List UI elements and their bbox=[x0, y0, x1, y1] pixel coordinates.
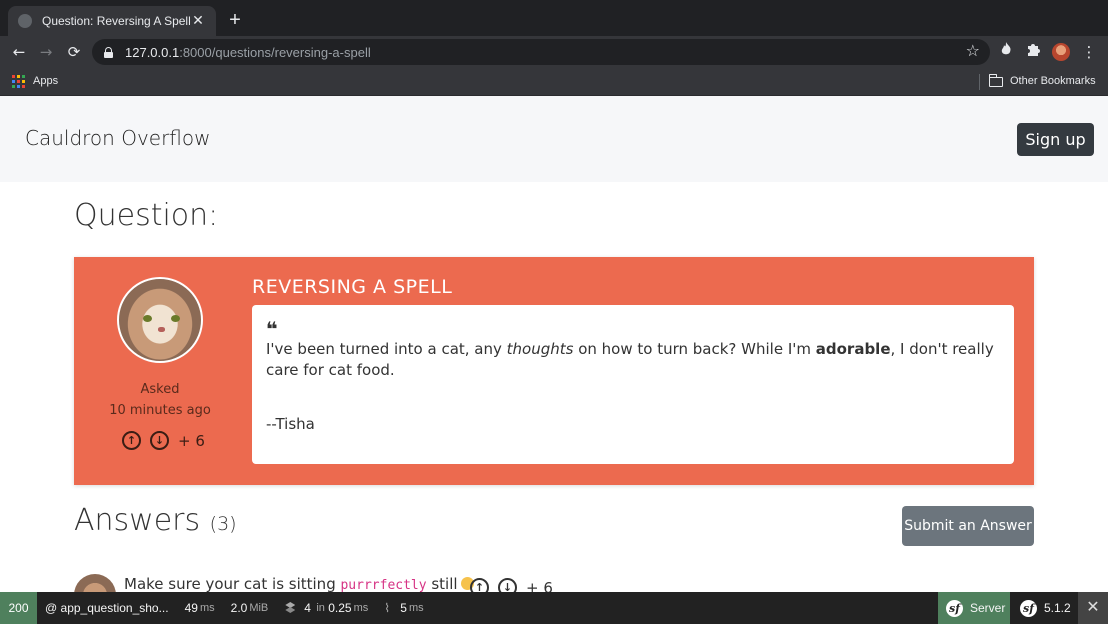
profile-avatar[interactable] bbox=[1052, 43, 1070, 61]
body-text: I've been turned into a cat, any bbox=[266, 340, 507, 358]
submit-answer-button[interactable]: Submit an Answer bbox=[902, 506, 1034, 546]
status-code-badge[interactable]: 200 bbox=[0, 592, 37, 624]
request-time[interactable]: 49 ms bbox=[177, 592, 223, 624]
memory-usage[interactable]: 2.0 MiB bbox=[223, 592, 277, 624]
answer-item: Make sure your cat is sitting purrrfectl… bbox=[74, 572, 574, 616]
reload-icon[interactable]: ⟳ bbox=[64, 42, 84, 62]
db-time: 0.25 bbox=[328, 601, 352, 615]
page-title: Question: bbox=[74, 198, 219, 233]
answer-code: purrrfectly bbox=[340, 578, 427, 593]
memory-value: 2.0 bbox=[230, 601, 248, 615]
browser-tab-bar: Question: Reversing A Spell ✕ + bbox=[0, 0, 1108, 36]
asked-label: Asked bbox=[140, 382, 180, 397]
site-header: Cauldron Overflow Sign up bbox=[0, 96, 1108, 182]
memory-unit: MiB bbox=[249, 602, 269, 614]
question-body-box: ❝ I've been turned into a cat, any thoug… bbox=[252, 305, 1014, 464]
flame-extension-icon[interactable] bbox=[996, 42, 1016, 62]
vote-down-icon[interactable]: ↓ bbox=[150, 431, 169, 450]
db-unit: ms bbox=[353, 602, 369, 614]
vote-count: + 6 bbox=[178, 431, 205, 450]
body-text: on how to turn back? While I'm bbox=[573, 340, 816, 358]
address-bar[interactable]: 127.0.0.1:8000/questions/reversing-a-spe… bbox=[92, 39, 990, 65]
symfony-logo-icon: sf bbox=[946, 599, 963, 617]
database-queries[interactable]: 4 in 0.25 ms bbox=[276, 592, 376, 624]
answers-count: (3) bbox=[209, 513, 237, 535]
other-bookmarks[interactable]: Other Bookmarks bbox=[1010, 75, 1096, 87]
cat-nose bbox=[158, 327, 165, 332]
answer-text-part: Make sure your cat is sitting bbox=[124, 575, 341, 593]
database-layers-icon bbox=[284, 602, 298, 614]
back-arrow-icon[interactable]: ← bbox=[9, 42, 29, 62]
sign-up-button[interactable]: Sign up bbox=[1017, 123, 1094, 156]
asked-info: Asked 10 minutes ago bbox=[74, 379, 246, 421]
twig-icon: ⌇ bbox=[384, 601, 391, 615]
puzzle-extensions-icon[interactable] bbox=[1023, 42, 1043, 62]
answer-text: Make sure your cat is sitting purrrfectl… bbox=[124, 575, 474, 593]
quote-icon: ❝ bbox=[266, 317, 278, 341]
body-emphasis: thoughts bbox=[506, 340, 574, 358]
answer-text-part: still bbox=[426, 575, 458, 593]
time-value: 49 bbox=[184, 601, 198, 615]
body-strong: adorable bbox=[815, 340, 891, 358]
tab-close-icon[interactable]: ✕ bbox=[190, 13, 206, 29]
route-name[interactable]: @ app_question_sho... bbox=[37, 592, 177, 624]
apps-bookmark[interactable]: Apps bbox=[33, 75, 58, 87]
db-in: in bbox=[316, 602, 325, 614]
answers-heading: Answers (3) bbox=[74, 503, 237, 538]
twig-render[interactable]: ⌇ 5 ms bbox=[376, 592, 431, 624]
globe-icon bbox=[18, 14, 32, 28]
symfony-version[interactable]: sf 5.1.2 bbox=[1012, 592, 1071, 624]
asker-avatar bbox=[117, 277, 203, 363]
debug-toolbar: 200 @ app_question_sho... 49 ms 2.0 MiB 4 … bbox=[0, 592, 1108, 624]
twig-value: 5 bbox=[400, 601, 407, 615]
version-label: 5.1.2 bbox=[1044, 601, 1071, 615]
browser-toolbar: ← → ⟳ 127.0.0.1:8000/questions/reversing… bbox=[0, 36, 1108, 68]
asked-time: 10 minutes ago bbox=[109, 403, 211, 418]
vote-up-icon[interactable]: ↑ bbox=[122, 431, 141, 450]
answers-heading-label: Answers bbox=[74, 503, 201, 538]
question-body: I've been turned into a cat, any thought… bbox=[266, 339, 1006, 381]
server-label: Server bbox=[970, 601, 1006, 615]
symfony-logo-icon: sf bbox=[1020, 599, 1037, 617]
cat-eye bbox=[143, 315, 152, 322]
toolbar-close-icon[interactable]: ✕ bbox=[1078, 592, 1108, 624]
apps-grid-icon[interactable] bbox=[12, 75, 25, 88]
question-votes: ↑ ↓ + 6 bbox=[122, 431, 205, 450]
question-card: Asked 10 minutes ago ↑ ↓ + 6 REVERSING A… bbox=[74, 257, 1034, 485]
folder-icon bbox=[988, 74, 1003, 87]
tab-title: Question: Reversing A Spell bbox=[42, 14, 190, 28]
browser-tab[interactable]: Question: Reversing A Spell ✕ bbox=[8, 6, 216, 36]
new-tab-button[interactable]: + bbox=[225, 8, 245, 32]
server-panel[interactable]: sf Server bbox=[938, 592, 1010, 624]
bookmarks-divider bbox=[979, 74, 980, 90]
bookmark-star-icon[interactable]: ☆ bbox=[966, 41, 980, 60]
cat-eye bbox=[171, 315, 180, 322]
url-path: :8000/questions/reversing-a-spell bbox=[179, 44, 371, 60]
lock-icon bbox=[104, 46, 113, 58]
browser-menu-icon[interactable]: ⋮ bbox=[1079, 42, 1099, 62]
question-author: --Tisha bbox=[266, 415, 315, 433]
question-title: REVERSING A SPELL bbox=[252, 276, 453, 298]
site-brand[interactable]: Cauldron Overflow bbox=[25, 126, 211, 150]
bookmarks-bar: Apps Other Bookmarks bbox=[0, 68, 1108, 96]
url-host: 127.0.0.1 bbox=[125, 44, 180, 60]
twig-unit: ms bbox=[408, 602, 424, 614]
forward-arrow-icon[interactable]: → bbox=[36, 42, 56, 62]
time-unit: ms bbox=[199, 602, 215, 614]
db-count: 4 bbox=[304, 601, 311, 615]
